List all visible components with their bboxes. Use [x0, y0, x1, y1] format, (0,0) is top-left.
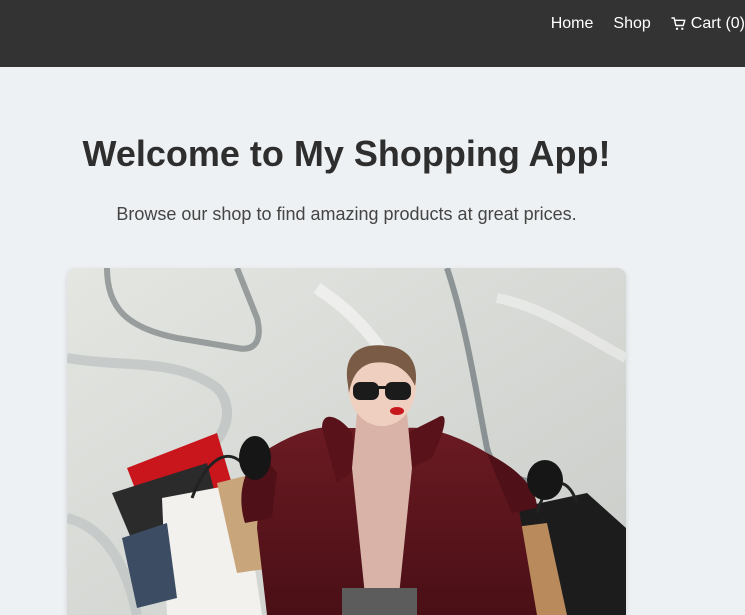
shopping-woman-photo [67, 268, 626, 615]
navbar: Home Shop Cart (0) [0, 0, 745, 67]
cart-icon [671, 17, 686, 30]
page-subtitle: Browse our shop to find amazing products… [116, 204, 577, 224]
hero-image [67, 268, 626, 615]
nav-link-shop[interactable]: Shop [613, 14, 650, 34]
page-title: Welcome to My Shopping App! [82, 133, 611, 174]
nav-link-home[interactable]: Home [551, 14, 594, 34]
nav-links: Home Shop Cart (0) [551, 14, 745, 34]
cart-label: Cart (0) [690, 15, 745, 32]
nav-link-cart[interactable]: Cart (0) [671, 14, 745, 34]
